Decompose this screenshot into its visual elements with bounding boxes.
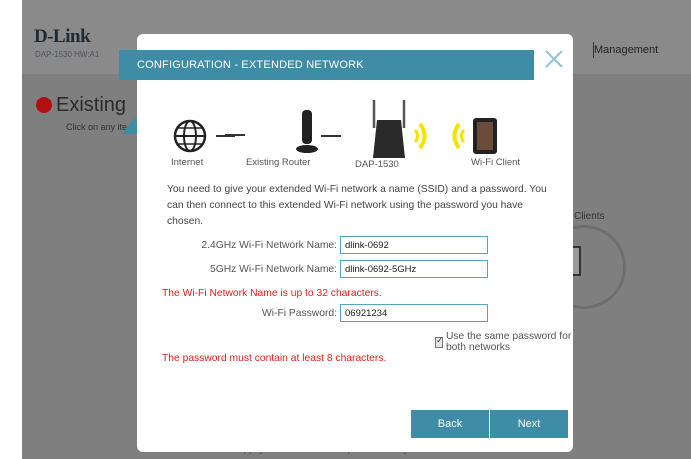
nav-management[interactable]: Management xyxy=(594,44,658,56)
instructions-text: You need to give your extended Wi-Fi net… xyxy=(167,184,547,227)
tablet-icon xyxy=(473,118,497,154)
diagram-label-internet: Internet xyxy=(171,157,204,168)
page-title: Existing xyxy=(56,94,127,116)
wifi-wave-icon xyxy=(413,129,419,143)
screen: D-Link DAP-1530 HW:A1 Management Existin… xyxy=(22,0,691,459)
internet-globe-icon xyxy=(173,119,207,153)
dlink-logo: D-Link xyxy=(34,26,91,47)
page-subtitle: Click on any ite xyxy=(66,122,128,132)
extender-icon xyxy=(372,100,406,158)
connector-line xyxy=(225,134,245,136)
wifi-wave-icon xyxy=(460,129,466,143)
password-length-warning: The password must contain at least 8 cha… xyxy=(162,353,387,364)
clients-label: Clients xyxy=(574,211,605,222)
close-icon[interactable] xyxy=(543,48,565,70)
diagram-label-router: Existing Router xyxy=(246,157,311,168)
next-button[interactable]: Next xyxy=(490,410,568,438)
wifi-wave-icon xyxy=(418,122,427,150)
ssid-5-input[interactable] xyxy=(340,260,488,278)
ssid-24-input[interactable] xyxy=(340,236,488,254)
modal-title-bar: CONFIGURATION - EXTENDED NETWORK xyxy=(119,50,550,80)
diagram-label-client: Wi-Fi Client xyxy=(471,157,521,168)
password-input[interactable] xyxy=(340,304,488,322)
router-icon xyxy=(296,110,318,153)
diagram-label-extender: DAP-1530 xyxy=(355,159,399,170)
password-label: Wi-Fi Password: xyxy=(262,308,337,319)
same-password-checkbox[interactable] xyxy=(435,335,443,348)
modal-title: CONFIGURATION - EXTENDED NETWORK xyxy=(137,59,364,71)
wifi-wave-icon xyxy=(452,122,461,150)
status-dot-icon xyxy=(36,97,52,113)
ssid-length-warning: The Wi-Fi Network Name is up to 32 chara… xyxy=(162,288,382,299)
model-label: DAP-1530 HW:A1 xyxy=(35,50,100,59)
config-modal: CONFIGURATION - EXTENDED NETWORK Interne… xyxy=(119,34,573,452)
ssid-24-label: 2.4GHz Wi-Fi Network Name: xyxy=(201,240,337,251)
same-password-label: Use the same password for both networks xyxy=(445,331,572,353)
ssid-5-label: 5GHz Wi-Fi Network Name: xyxy=(209,264,337,275)
back-button[interactable]: Back xyxy=(411,410,489,438)
same-password-row[interactable]: Use the same password for both networks xyxy=(435,331,573,353)
